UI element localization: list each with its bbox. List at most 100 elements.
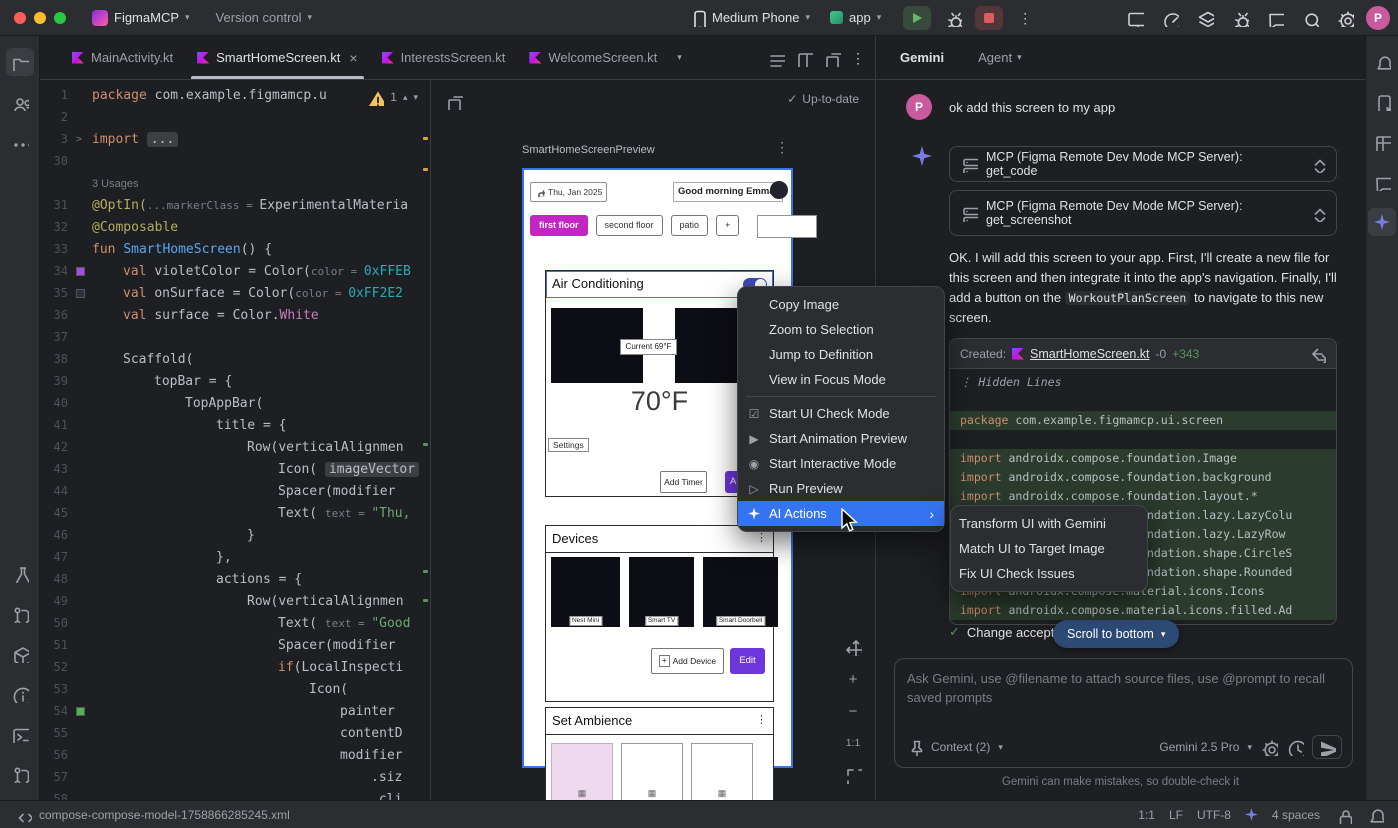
minimize-button[interactable] (34, 12, 46, 24)
code-line[interactable]: 33fun SmartHomeScreen() { (40, 238, 430, 260)
code-line[interactable]: 57.siz (40, 766, 430, 788)
pan-button[interactable] (841, 636, 865, 658)
submenu-item-transform-ui-with-gemini[interactable]: Transform UI with Gemini (951, 511, 1147, 536)
line-number[interactable]: 43 (40, 462, 76, 476)
tool-call-get-screenshot[interactable]: MCP (Figma Remote Dev Mode MCP Server): … (949, 190, 1337, 236)
notifications-bell-icon[interactable] (1366, 806, 1384, 824)
notifications-button[interactable] (1368, 48, 1396, 76)
devices-kebab-icon[interactable]: ⋮ (756, 532, 767, 545)
color-swatch[interactable] (76, 289, 85, 298)
line-number[interactable]: 38 (40, 352, 76, 366)
line-number[interactable]: 40 (40, 396, 76, 410)
line-number[interactable]: 50 (40, 616, 76, 630)
hidden-tabs-dropdown[interactable]: ▾ (677, 53, 682, 62)
line-number[interactable]: 54 (40, 704, 76, 718)
add-timer-button[interactable]: Add Timer (660, 471, 707, 493)
device-selector[interactable]: Medium Phone ▾ (688, 9, 810, 27)
code-line[interactable]: 58.cli (40, 788, 430, 800)
code-line[interactable]: 36val surface = Color.White (40, 304, 430, 326)
menu-item-start-ui-check-mode[interactable]: ☑Start UI Check Mode (738, 401, 944, 426)
code-line[interactable]: 30 (40, 150, 430, 172)
search-everywhere-button[interactable] (1296, 5, 1324, 31)
project-widget[interactable]: FigmaMCP ▾ (92, 10, 190, 26)
device-card-smart-doorbell[interactable]: Smart Doorbell (703, 557, 778, 627)
zoom-button[interactable] (54, 12, 66, 24)
debug-button[interactable] (939, 5, 967, 31)
line-number[interactable]: 45 (40, 506, 76, 520)
split-editor-icon[interactable] (795, 49, 813, 67)
run-config-selector[interactable]: app ▾ (830, 10, 881, 25)
created-filename-link[interactable]: SmartHomeScreen.kt (1030, 347, 1149, 361)
menu-item-jump-to-definition[interactable]: Jump to Definition (738, 342, 944, 367)
inspections-widget[interactable]: 1 ▴ ▾ (362, 86, 422, 108)
code-line[interactable]: 51Spacer(modifier (40, 634, 430, 656)
floor-chip-add[interactable]: + (716, 215, 739, 236)
toolwindow-resource-manager-button[interactable] (6, 88, 34, 116)
line-number[interactable]: 57 (40, 770, 76, 784)
context-selector[interactable]: Context (2) (931, 740, 990, 754)
close-icon[interactable]: × (349, 50, 357, 66)
ambience-option[interactable]: ▦ (551, 743, 613, 800)
line-number[interactable]: 30 (40, 154, 76, 168)
vcs-widget[interactable]: Version control ▾ (216, 10, 313, 25)
preview-options-kebab-icon[interactable]: ⋮ (775, 140, 789, 154)
ambience-kebab-icon[interactable]: ⋮ (756, 714, 767, 727)
submenu-item-match-ui-to-target-image[interactable]: Match UI to Target Image (951, 536, 1147, 561)
tab-mainactivity[interactable]: MainActivity.kt (60, 36, 185, 79)
ai-chat-button[interactable] (1261, 5, 1289, 31)
floor-chip-first-floor[interactable]: first floor (530, 215, 588, 236)
line-ending[interactable]: LF (1169, 808, 1183, 822)
code-editor[interactable]: 1package com.example.figmamcp.u23>import… (40, 80, 431, 800)
menu-item-copy-image[interactable]: Copy Image (738, 292, 944, 317)
code-line[interactable]: 41title = { (40, 414, 430, 436)
preview-resize-handle[interactable] (757, 215, 817, 238)
menu-item-run-preview[interactable]: ▷Run Preview (738, 476, 944, 501)
preview-gallery-button[interactable] (445, 92, 463, 110)
zoom-out-button[interactable]: − (841, 700, 865, 722)
line-number[interactable]: 53 (40, 682, 76, 696)
tool-call-get-code[interactable]: MCP (Figma Remote Dev Mode MCP Server): … (949, 146, 1337, 182)
next-problem-icon[interactable]: ▾ (413, 93, 418, 102)
code-line[interactable]: 48actions = { (40, 568, 430, 590)
close-button[interactable] (14, 12, 26, 24)
menu-item-view-in-focus-mode[interactable]: View in Focus Mode (738, 367, 944, 392)
zoom-reset-button[interactable]: 1:1 (841, 732, 865, 754)
expand-collapse-icon[interactable] (1308, 204, 1326, 222)
line-number[interactable]: 41 (40, 418, 76, 432)
code-line[interactable]: 45Text( text = "Thu, (40, 502, 430, 524)
context-pin-icon[interactable] (905, 738, 923, 756)
line-number[interactable]: 56 (40, 748, 76, 762)
ambience-option[interactable]: ▦ (621, 743, 683, 800)
toolwindow-pull-requests-button[interactable] (6, 600, 34, 628)
line-number[interactable]: 47 (40, 550, 76, 564)
code-line[interactable]: 49Row(verticalAlignmen (40, 590, 430, 612)
model-selector[interactable]: Gemini 2.5 Pro (1159, 740, 1239, 754)
settings-button[interactable] (1331, 5, 1359, 31)
ambience-option[interactable]: ▦ (691, 743, 753, 800)
more-tool-windows-button[interactable] (6, 128, 34, 156)
device-card-nest-mini[interactable]: Nest Mini (551, 557, 620, 627)
indent-setting[interactable]: 4 spaces (1272, 808, 1320, 822)
profiler-button[interactable] (1156, 5, 1184, 31)
line-number[interactable]: 34 (40, 264, 76, 278)
code-line[interactable]: 46} (40, 524, 430, 546)
code-line[interactable]: 39topBar = { (40, 370, 430, 392)
line-number[interactable]: 49 (40, 594, 76, 608)
lock-icon[interactable] (1334, 806, 1352, 824)
file-encoding[interactable]: UTF-8 (1197, 808, 1231, 822)
line-number[interactable]: 44 (40, 484, 76, 498)
gemini-prompt-input[interactable] (907, 669, 1337, 725)
code-line[interactable]: 31@OptIn(...markerClass = ExperimentalMa… (40, 194, 430, 216)
open-diff-button[interactable] (1308, 345, 1326, 363)
gemini-input-box[interactable]: Context (2) ▾ Gemini 2.5 Pro ▾ (894, 658, 1353, 768)
line-number[interactable]: 2 (40, 110, 76, 124)
bug-report-button[interactable] (1226, 5, 1254, 31)
more-actions-button[interactable]: ⋮ (1011, 5, 1039, 31)
scroll-to-bottom-button[interactable]: Scroll to bottom ▾ (1053, 620, 1179, 648)
editor-options-kebab-icon[interactable]: ⋮ (851, 51, 865, 65)
preview-name-label[interactable]: SmartHomeScreenPreview (522, 144, 655, 156)
toolwindow-running-devices-button[interactable] (1368, 88, 1396, 116)
user-avatar[interactable]: P (1366, 6, 1390, 30)
toolwindow-build-button[interactable] (6, 640, 34, 668)
color-swatch[interactable] (76, 707, 92, 716)
